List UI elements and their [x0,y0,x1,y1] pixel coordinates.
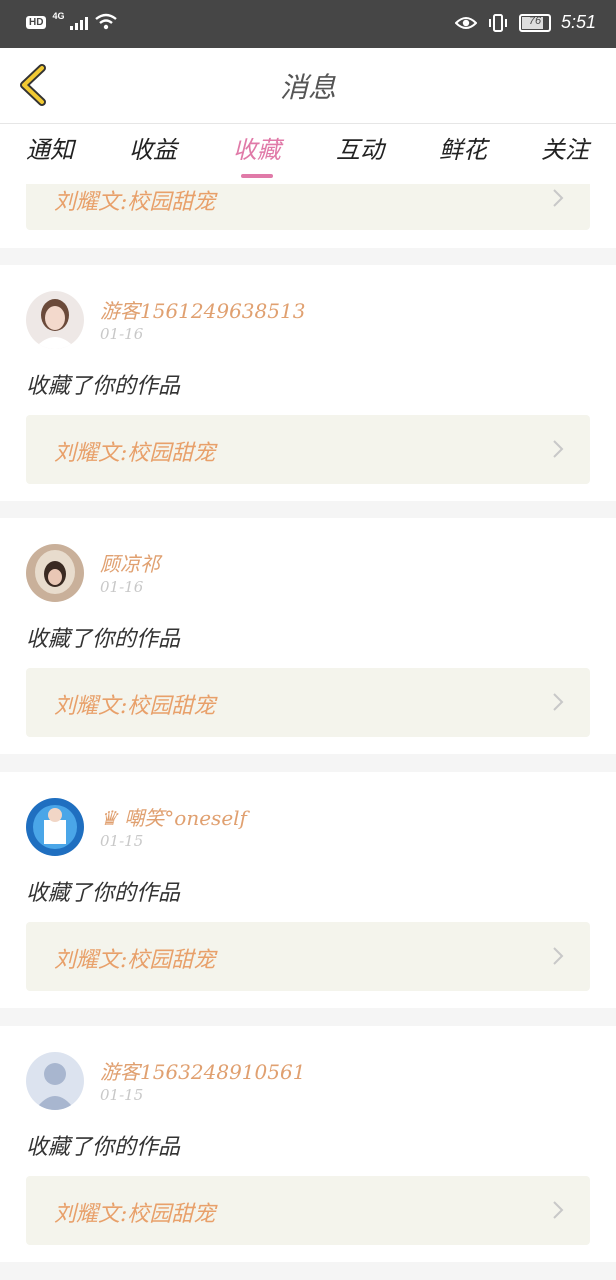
chevron-right-icon [553,1201,564,1219]
work-link[interactable]: 刘耀文:校园甜宠 [26,415,590,484]
active-tab-indicator [241,174,273,178]
battery-icon: 76 [518,13,551,32]
status-left: HD 4G [26,11,118,31]
battery-level: 76 [528,14,542,27]
work-link[interactable]: 刘耀文:校园甜宠 [26,668,590,737]
header: 消息 [0,48,616,124]
work-link[interactable]: 刘耀文:校园甜宠 [26,1176,590,1245]
notification-card: 游客1563248910561 01-15 收藏了你的作品 刘耀文:校园甜宠 [0,1026,616,1262]
tab-notifications[interactable]: 通知 [26,130,74,165]
work-link[interactable]: 刘耀文:校园甜宠 [26,184,590,230]
tab-label: 收益 [129,136,177,164]
tab-interactions[interactable]: 互动 [336,130,384,165]
date: 01-16 [100,325,144,343]
status-bar: HD 4G 76 5:51 [0,0,616,48]
message-text: 收藏了你的作品 [26,627,181,652]
username[interactable]: ♛ 嘲笑°oneself [100,802,247,831]
tab-favorites[interactable]: 收藏 [233,130,281,178]
wifi-icon [95,13,118,30]
hd-icon: HD [26,15,47,29]
status-time: 5:51 [560,12,596,32]
vibrate-icon [488,13,507,32]
avatar[interactable] [26,544,84,602]
message-text: 收藏了你的作品 [26,881,181,906]
chevron-right-icon [553,440,564,458]
tab-label: 互动 [336,136,384,164]
tab-label: 鲜花 [439,136,487,164]
message-text: 收藏了你的作品 [26,374,181,399]
work-title: 刘耀文:校园甜宠 [54,441,216,466]
username[interactable]: 游客1563248910561 [100,1056,305,1085]
username-text: 嘲笑°oneself [124,806,247,830]
date: 01-16 [100,578,144,596]
tab-earnings[interactable]: 收益 [129,130,177,165]
tab-label: 关注 [541,136,589,164]
chevron-right-icon [553,947,564,965]
avatar[interactable] [26,798,84,856]
notification-card: ♛ 嘲笑°oneself 01-15 收藏了你的作品 刘耀文:校园甜宠 [0,772,616,1008]
username[interactable]: 游客1561249638513 [100,295,305,324]
message-text: 收藏了你的作品 [26,1135,181,1160]
network-type: 4G [52,11,65,21]
tab-label: 通知 [26,136,74,164]
tab-follows[interactable]: 关注 [541,130,589,165]
notification-card: 顾凉祁 01-16 收藏了你的作品 刘耀文:校园甜宠 [0,518,616,754]
tab-label: 收藏 [233,136,281,164]
chevron-right-icon [553,189,564,207]
work-title: 刘耀文:校园甜宠 [54,190,216,215]
eye-icon [454,16,477,29]
avatar[interactable] [26,1052,84,1110]
date: 01-15 [100,832,144,850]
tab-bar: 通知 收益 收藏 互动 鲜花 关注 [0,124,616,184]
date: 01-15 [100,1086,144,1104]
avatar[interactable] [26,291,84,349]
chevron-right-icon [553,693,564,711]
crown-icon: ♛ [100,806,118,830]
work-title: 刘耀文:校园甜宠 [54,948,216,973]
notification-card-partial: 刘耀文:校园甜宠 [0,184,616,248]
work-link[interactable]: 刘耀文:校园甜宠 [26,922,590,991]
notification-card: 游客1561249638513 01-16 收藏了你的作品 刘耀文:校园甜宠 [0,265,616,501]
status-right: 76 5:51 [454,12,596,33]
page-title: 消息 [279,71,336,104]
tab-flowers[interactable]: 鲜花 [439,130,487,165]
signal-icon [70,14,89,30]
work-title: 刘耀文:校园甜宠 [54,694,216,719]
username[interactable]: 顾凉祁 [100,548,160,577]
work-title: 刘耀文:校园甜宠 [54,1202,216,1227]
